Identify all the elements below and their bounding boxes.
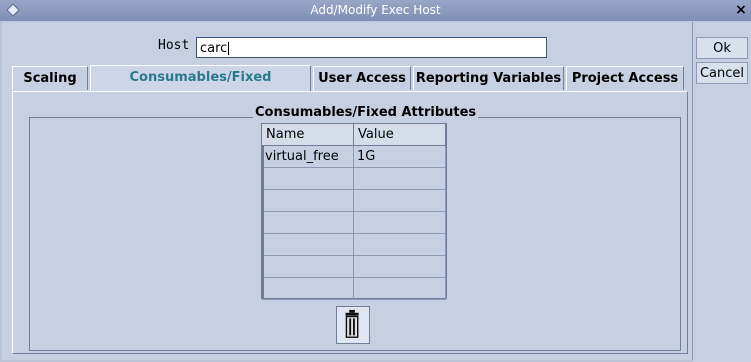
side-panel: Ok Cancel [693, 22, 751, 362]
trash-icon [345, 309, 359, 338]
table-cell-value[interactable] [354, 190, 446, 212]
tab-scaling[interactable]: Scaling [12, 66, 88, 90]
table-cell-name[interactable] [262, 278, 354, 300]
tab-label: Project Access [571, 71, 679, 86]
tab-label: Scaling [23, 71, 77, 86]
attributes-table[interactable]: Name Value virtual_free 1G [261, 123, 448, 300]
host-label: Host [158, 38, 190, 53]
table-body: virtual_free 1G [262, 146, 448, 300]
host-input-value: carc [200, 41, 228, 56]
table-cell-value[interactable] [354, 168, 446, 190]
table-cell-value[interactable] [354, 278, 446, 300]
host-input[interactable]: carc [196, 37, 547, 58]
tab-user-access[interactable]: User Access [313, 66, 411, 90]
column-header-name[interactable]: Name [262, 124, 354, 146]
table-cell-name[interactable] [262, 256, 354, 278]
group-title: Consumables/Fixed Attributes [253, 105, 479, 120]
delete-button[interactable] [336, 306, 370, 344]
tab-consumables[interactable]: Consumables/Fixed Attributes [90, 65, 311, 109]
table-row[interactable] [262, 278, 446, 300]
column-header-value[interactable]: Value [354, 124, 446, 146]
table-cell-value[interactable] [354, 256, 446, 278]
tab-project-access[interactable]: Project Access [566, 66, 684, 90]
table-cell-name[interactable]: virtual_free [262, 146, 354, 168]
tab-label: Reporting Variables [415, 71, 562, 86]
table-row[interactable] [262, 190, 446, 212]
table-row[interactable] [262, 234, 446, 256]
close-icon[interactable]: × [733, 2, 749, 18]
table-cell-name[interactable] [262, 212, 354, 234]
title-bar: Add/Modify Exec Host × [0, 0, 751, 21]
table-row[interactable] [262, 256, 446, 278]
table-edge [261, 145, 264, 299]
table-cell-value[interactable] [354, 212, 446, 234]
cancel-button[interactable]: Cancel [696, 62, 748, 84]
tab-reporting-variables[interactable]: Reporting Variables [413, 66, 564, 90]
ok-button[interactable]: Ok [696, 37, 748, 59]
table-cell-name[interactable] [262, 168, 354, 190]
table-cell-value[interactable] [354, 234, 446, 256]
table-cell-name[interactable] [262, 234, 354, 256]
table-row[interactable]: virtual_free 1G [262, 146, 446, 168]
tab-label: User Access [318, 71, 406, 86]
table-row[interactable] [262, 212, 446, 234]
table-cell-name[interactable] [262, 190, 354, 212]
window-title: Add/Modify Exec Host [310, 3, 441, 17]
table-cell-value[interactable]: 1G [354, 146, 446, 168]
table-row[interactable] [262, 168, 446, 190]
text-cursor [228, 42, 230, 55]
